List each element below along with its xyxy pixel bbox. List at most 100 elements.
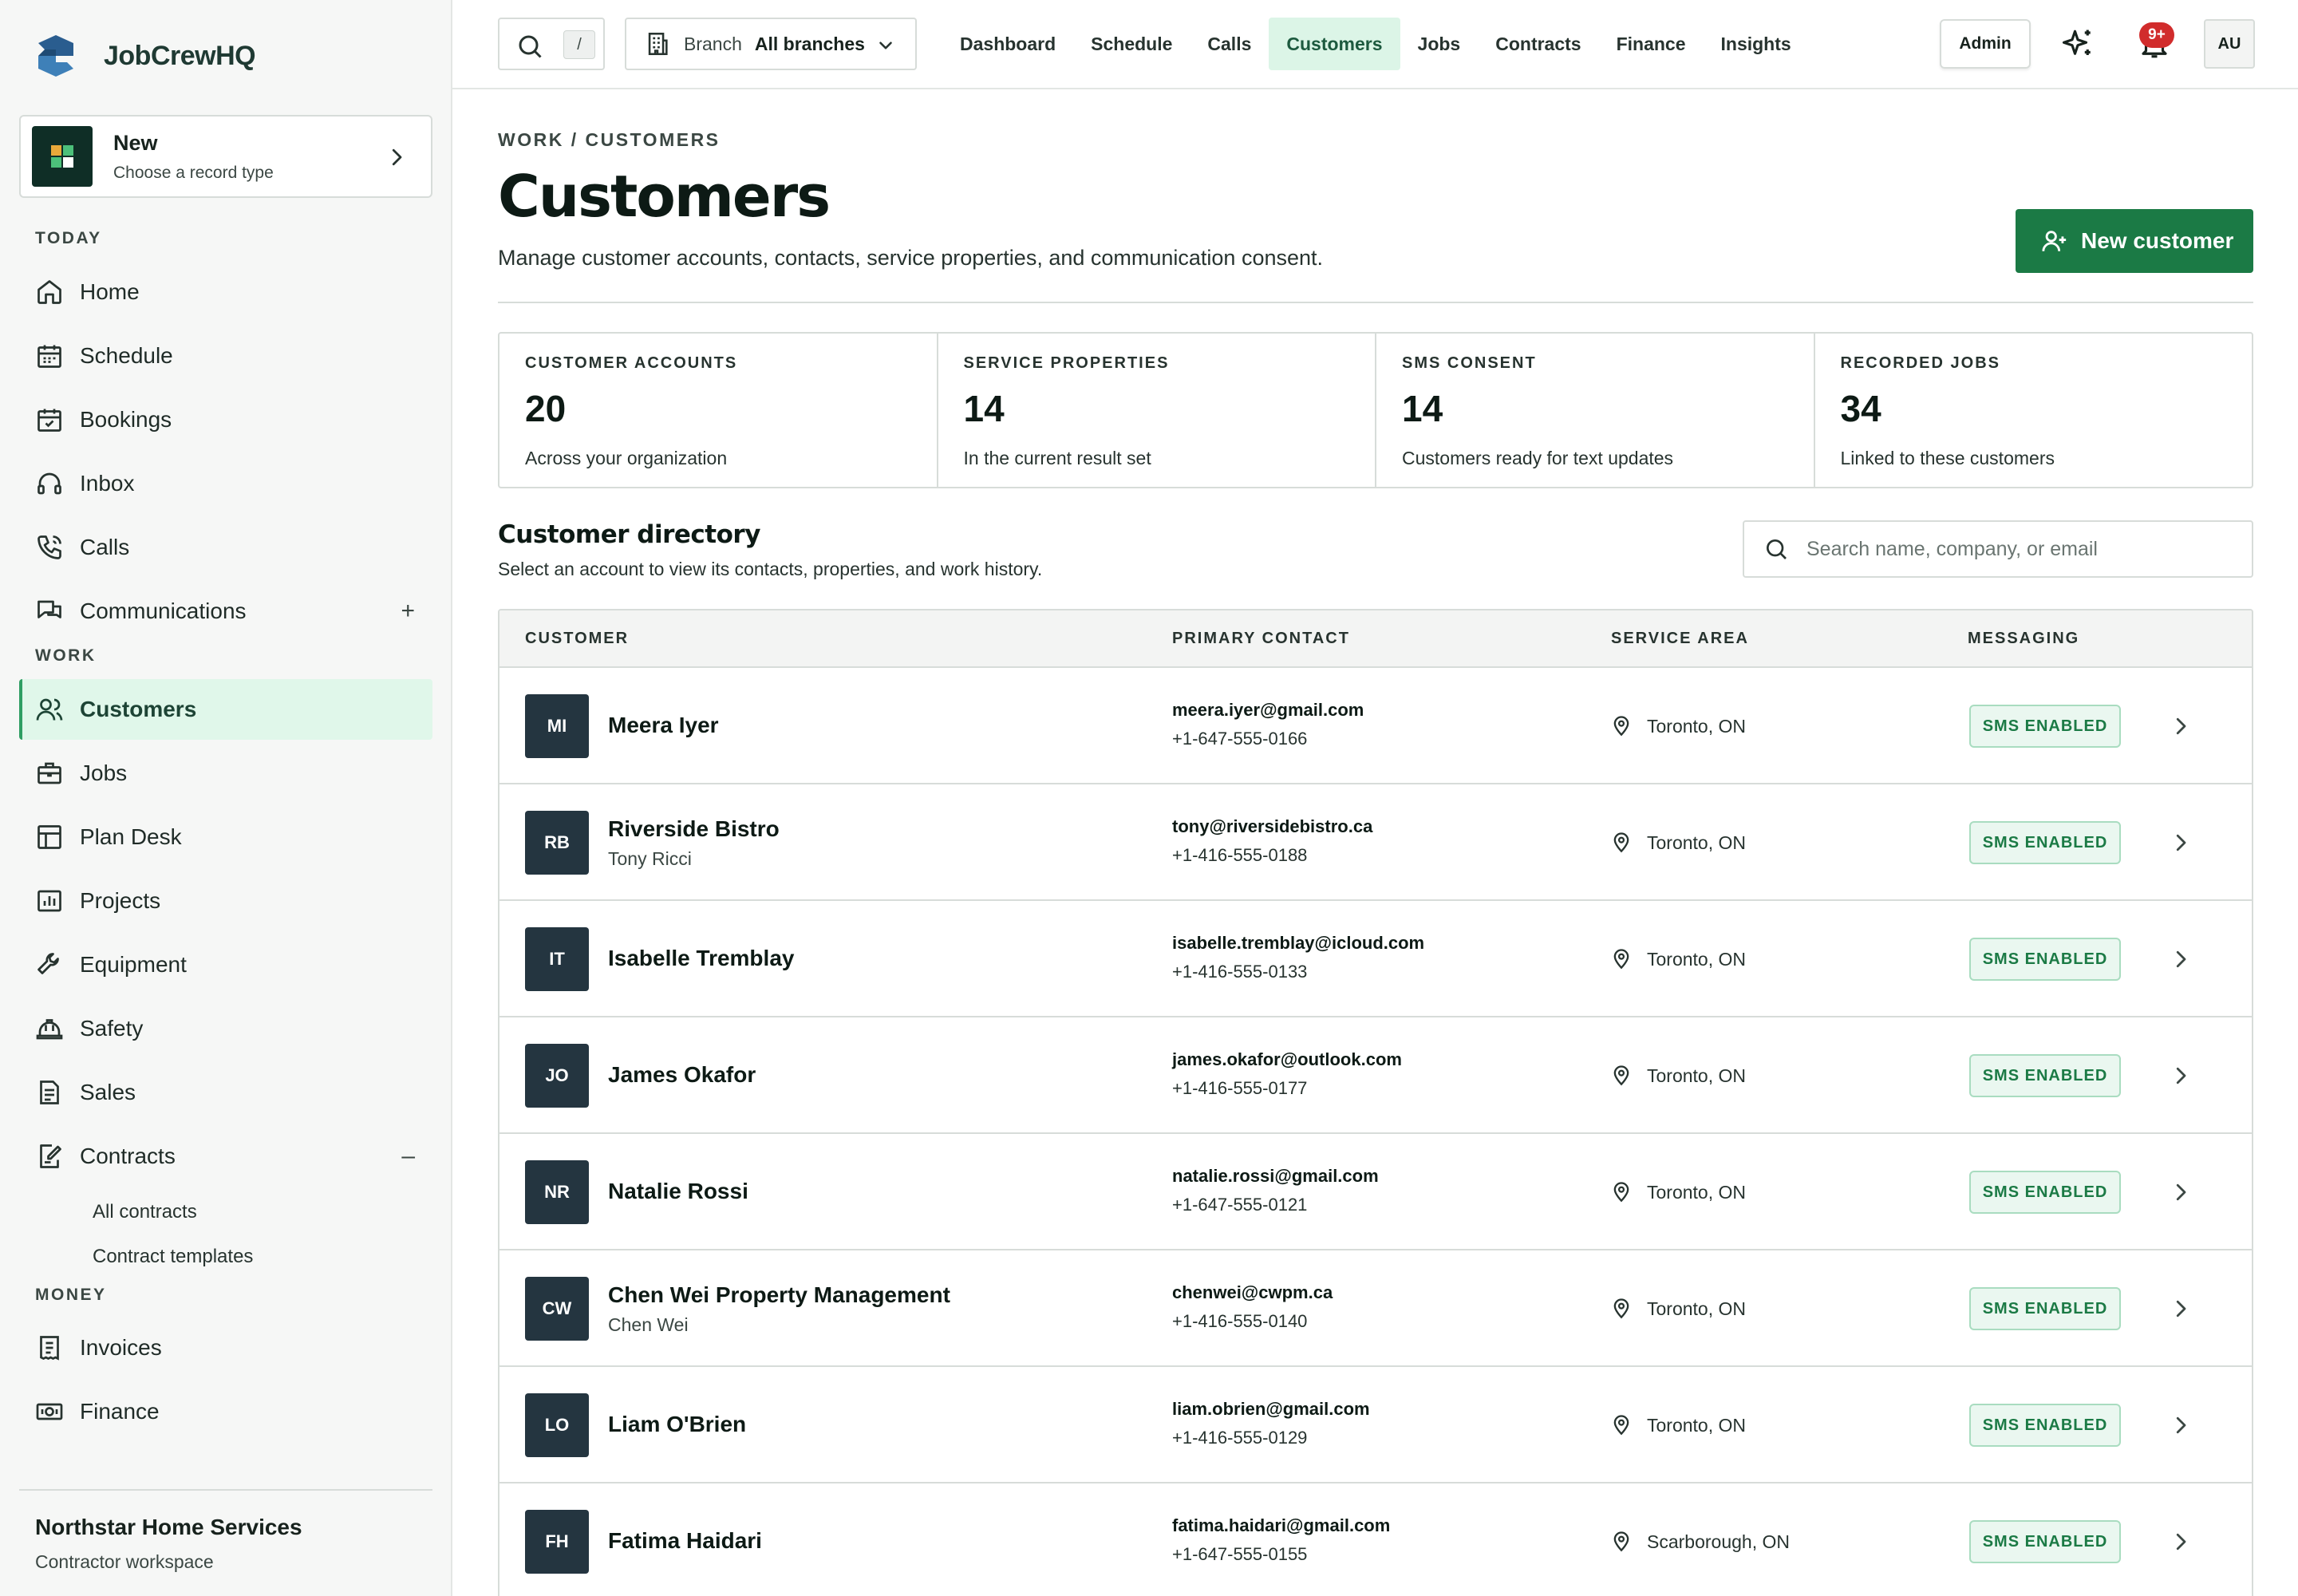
sidebar-item-contracts[interactable]: Contracts – xyxy=(19,1126,432,1187)
sidebar-item-safety[interactable]: Safety xyxy=(19,998,432,1059)
sidebar-item-customers[interactable]: Customers xyxy=(19,679,432,740)
table-row[interactable]: NR Natalie Rossi natalie.rossi@gmail.com +1… xyxy=(499,1134,2252,1250)
phone-icon xyxy=(38,535,61,559)
customer-contact-name: Tony Ricci xyxy=(608,848,692,869)
sidebar-item-schedule[interactable]: Schedule xyxy=(19,326,432,386)
tab-contracts[interactable]: Contracts xyxy=(1478,18,1598,70)
sidebar-item-plan-desk[interactable]: Plan Desk xyxy=(19,807,432,867)
table-row[interactable]: MI Meera Iyer meera.iyer@gmail.com +1-647-5… xyxy=(499,668,2252,784)
tab-calls[interactable]: Calls xyxy=(1190,18,1269,70)
table-row[interactable]: LO Liam O'Brien liam.obrien@gmail.com +1-41… xyxy=(499,1367,2252,1483)
sms-status-badge: SMS ENABLED xyxy=(1969,821,2121,864)
chevron-right-icon[interactable] xyxy=(2169,831,2193,855)
chat-bubbles-icon xyxy=(38,600,61,618)
sms-status-badge: SMS ENABLED xyxy=(1969,1171,2121,1214)
chevron-right-icon[interactable] xyxy=(2169,1297,2193,1321)
map-pin-icon xyxy=(1613,716,1629,737)
new-record-button[interactable]: New Choose a record type xyxy=(19,115,432,198)
table-row[interactable]: JO James Okafor james.okafor@outlook.com +1… xyxy=(499,1017,2252,1134)
table-row[interactable]: CW Chen Wei Property Management Chen Wei ch… xyxy=(499,1250,2252,1367)
column-header-primary-contact[interactable]: PRIMARY CONTACT xyxy=(1172,630,1350,648)
page-subtitle: Manage customer accounts, contacts, serv… xyxy=(498,246,1324,270)
new-customer-button[interactable]: New customer xyxy=(2016,209,2253,273)
shortcut-key: / xyxy=(563,30,595,59)
service-area: Toronto, ON xyxy=(1647,1298,1746,1319)
map-pin-icon xyxy=(1613,1182,1629,1203)
customer-initials-avatar: NR xyxy=(525,1160,589,1224)
stats-panel: CUSTOMER ACCOUNTS 20 Across your organiz… xyxy=(498,332,2253,488)
sidebar-item-label: Finance xyxy=(80,1399,160,1424)
sidebar-item-label: Sales xyxy=(80,1080,136,1104)
calendar-check-icon xyxy=(38,409,61,432)
table-row[interactable]: RB Riverside Bistro Tony Ricci tony@riversi… xyxy=(499,784,2252,901)
sparkles-icon[interactable] xyxy=(2061,27,2095,61)
sidebar-item-bookings[interactable]: Bookings xyxy=(19,389,432,450)
sidebar-subitem-all-contracts[interactable]: All contracts xyxy=(93,1201,197,1223)
sidebar-item-finance[interactable]: Finance xyxy=(19,1381,432,1442)
chevron-right-icon[interactable] xyxy=(2169,714,2193,738)
chevron-right-icon[interactable] xyxy=(2169,1530,2193,1554)
workspace-switcher[interactable]: Northstar Home Services Contractor works… xyxy=(19,1489,432,1573)
stat-desc: Customers ready for text updates xyxy=(1402,448,1674,468)
building-icon xyxy=(648,32,668,56)
customer-name[interactable]: Meera Iyer xyxy=(608,713,719,738)
collapse-toggle[interactable]: – xyxy=(401,1143,415,1170)
headset-icon xyxy=(38,472,61,495)
sidebar-item-projects[interactable]: Projects xyxy=(19,871,432,931)
column-header-messaging[interactable]: MESSAGING xyxy=(1968,630,2079,648)
wrench-icon xyxy=(38,953,59,974)
tab-customers[interactable]: Customers xyxy=(1269,18,1400,70)
expand-toggle[interactable]: + xyxy=(401,598,415,625)
branch-selector[interactable]: Branch All branches xyxy=(625,18,917,70)
admin-button[interactable]: Admin xyxy=(1940,19,2031,69)
app-name: JobCrewHQ xyxy=(104,40,256,71)
sidebar-item-calls[interactable]: Calls xyxy=(19,517,432,578)
sidebar-item-communications[interactable]: Communications + xyxy=(19,581,432,642)
map-pin-icon xyxy=(1613,1298,1629,1319)
customer-name[interactable]: Fatima Haidari xyxy=(608,1528,762,1554)
calendar-grid-icon xyxy=(38,345,61,368)
customer-name[interactable]: James Okafor xyxy=(608,1062,756,1088)
tab-finance[interactable]: Finance xyxy=(1599,18,1704,70)
table-row[interactable]: IT Isabelle Tremblay isabelle.tremblay@icl… xyxy=(499,901,2252,1017)
sidebar-item-label: Communications xyxy=(80,598,247,623)
sms-status-badge: SMS ENABLED xyxy=(1969,1520,2121,1563)
customer-search xyxy=(1743,520,2253,578)
table-row[interactable]: FH Fatima Haidari fatima.haidari@gmail.com… xyxy=(499,1483,2252,1596)
sidebar-item-home[interactable]: Home xyxy=(19,262,432,322)
user-avatar[interactable]: AU xyxy=(2204,19,2255,69)
customer-initials-avatar: FH xyxy=(525,1510,589,1574)
customer-name[interactable]: Chen Wei Property Management xyxy=(608,1282,950,1308)
customer-name[interactable]: Liam O'Brien xyxy=(608,1412,746,1437)
sms-status-badge: SMS ENABLED xyxy=(1969,705,2121,748)
customer-name[interactable]: Natalie Rossi xyxy=(608,1179,748,1204)
directory-subtitle: Select an account to view its contacts, … xyxy=(498,559,1043,579)
section-label-work: WORK xyxy=(35,646,97,665)
app-logo[interactable]: JobCrewHQ xyxy=(32,32,256,80)
customer-name[interactable]: Isabelle Tremblay xyxy=(608,946,794,971)
chevron-right-icon[interactable] xyxy=(2169,1064,2193,1088)
tab-schedule[interactable]: Schedule xyxy=(1073,18,1190,70)
map-pin-icon xyxy=(1613,1415,1629,1436)
customer-initials-avatar: RB xyxy=(525,811,589,875)
sidebar-item-label: Jobs xyxy=(80,760,128,785)
customer-name[interactable]: Riverside Bistro xyxy=(608,816,780,842)
global-search-button[interactable]: / xyxy=(498,18,605,70)
sidebar-item-inbox[interactable]: Inbox xyxy=(19,453,432,514)
contact-phone: +1-416-555-0177 xyxy=(1172,1078,1308,1098)
chevron-right-icon[interactable] xyxy=(2169,947,2193,971)
sidebar-subitem-contract-templates[interactable]: Contract templates xyxy=(93,1246,253,1268)
sidebar-item-jobs[interactable]: Jobs xyxy=(19,743,432,804)
sidebar-item-sales[interactable]: Sales xyxy=(19,1062,432,1123)
tab-insights[interactable]: Insights xyxy=(1704,18,1809,70)
sidebar-item-invoices[interactable]: Invoices xyxy=(19,1317,432,1378)
column-header-service-area[interactable]: SERVICE AREA xyxy=(1611,630,1749,648)
chevron-right-icon[interactable] xyxy=(2169,1413,2193,1437)
tab-dashboard[interactable]: Dashboard xyxy=(942,18,1073,70)
tab-jobs[interactable]: Jobs xyxy=(1400,18,1479,70)
column-header-customer[interactable]: CUSTOMER xyxy=(525,630,629,648)
sidebar-item-equipment[interactable]: Equipment xyxy=(19,934,432,995)
chevron-right-icon[interactable] xyxy=(2169,1180,2193,1204)
customer-contact-name: Chen Wei xyxy=(608,1314,689,1335)
customer-search-input[interactable] xyxy=(1806,537,2237,561)
